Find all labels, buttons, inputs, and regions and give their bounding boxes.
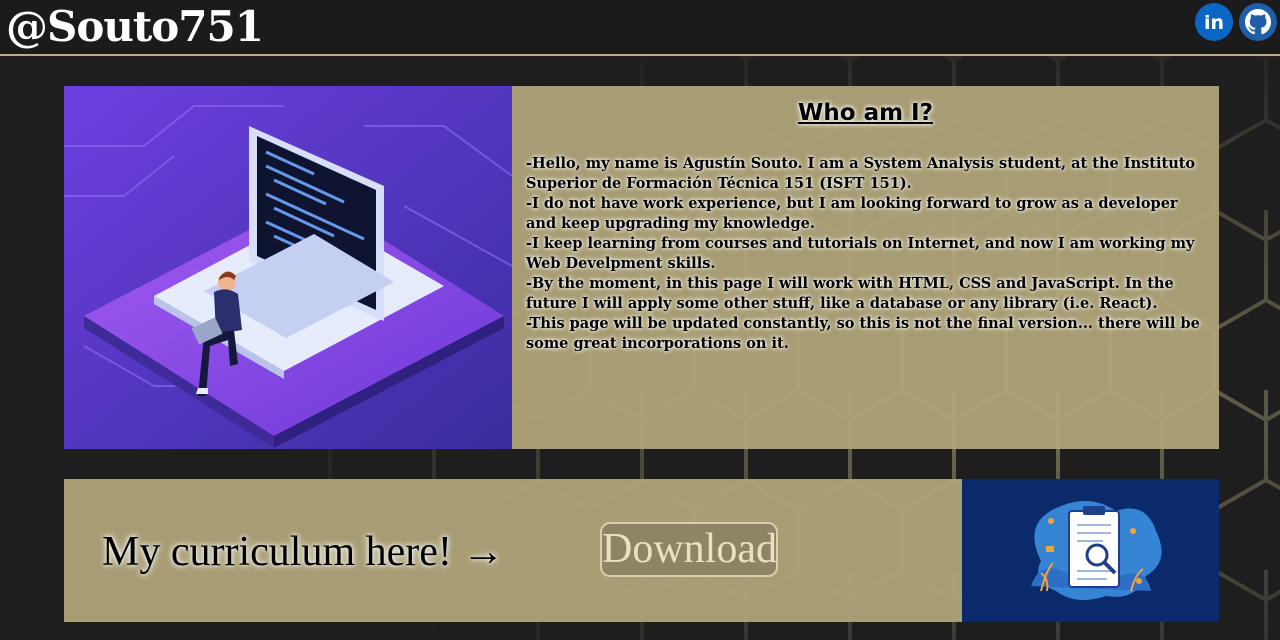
about-body: -Hello, my name is Agustín Souto. I am a… — [526, 154, 1205, 354]
linkedin-icon: in — [1195, 3, 1233, 41]
site-title[interactable]: @Souto751 — [6, 2, 264, 52]
developer-illustration — [64, 86, 512, 449]
github-icon — [1239, 3, 1277, 41]
github-link[interactable] — [1238, 1, 1278, 43]
about-paragraph: -Hello, my name is Agustín Souto. I am a… — [526, 155, 1196, 192]
about-title: Who am I? — [798, 100, 933, 126]
about-text-panel: Who am I? -Hello, my name is Agustín Sou… — [512, 86, 1219, 449]
about-section: Who am I? -Hello, my name is Agustín Sou… — [64, 86, 1219, 449]
curriculum-section: My curriculum here! → Download — [64, 479, 1219, 622]
svg-text:in: in — [1204, 12, 1224, 34]
social-links: in — [1194, 1, 1278, 43]
about-paragraph: -By the moment, in this page I will work… — [526, 275, 1174, 312]
curriculum-label: My curriculum here! → — [102, 529, 505, 575]
linkedin-link[interactable]: in — [1194, 1, 1234, 43]
about-paragraph: -I do not have work experience, but I am… — [526, 195, 1178, 232]
about-paragraph: -I keep learning from courses and tutori… — [526, 235, 1195, 272]
document-illustration — [962, 479, 1219, 622]
curriculum-panel: My curriculum here! → Download — [64, 479, 962, 622]
about-paragraph: -This page will be updated constantly, s… — [526, 315, 1200, 352]
download-button[interactable]: Download — [600, 522, 778, 577]
site-header: @Souto751 in — [0, 0, 1280, 56]
